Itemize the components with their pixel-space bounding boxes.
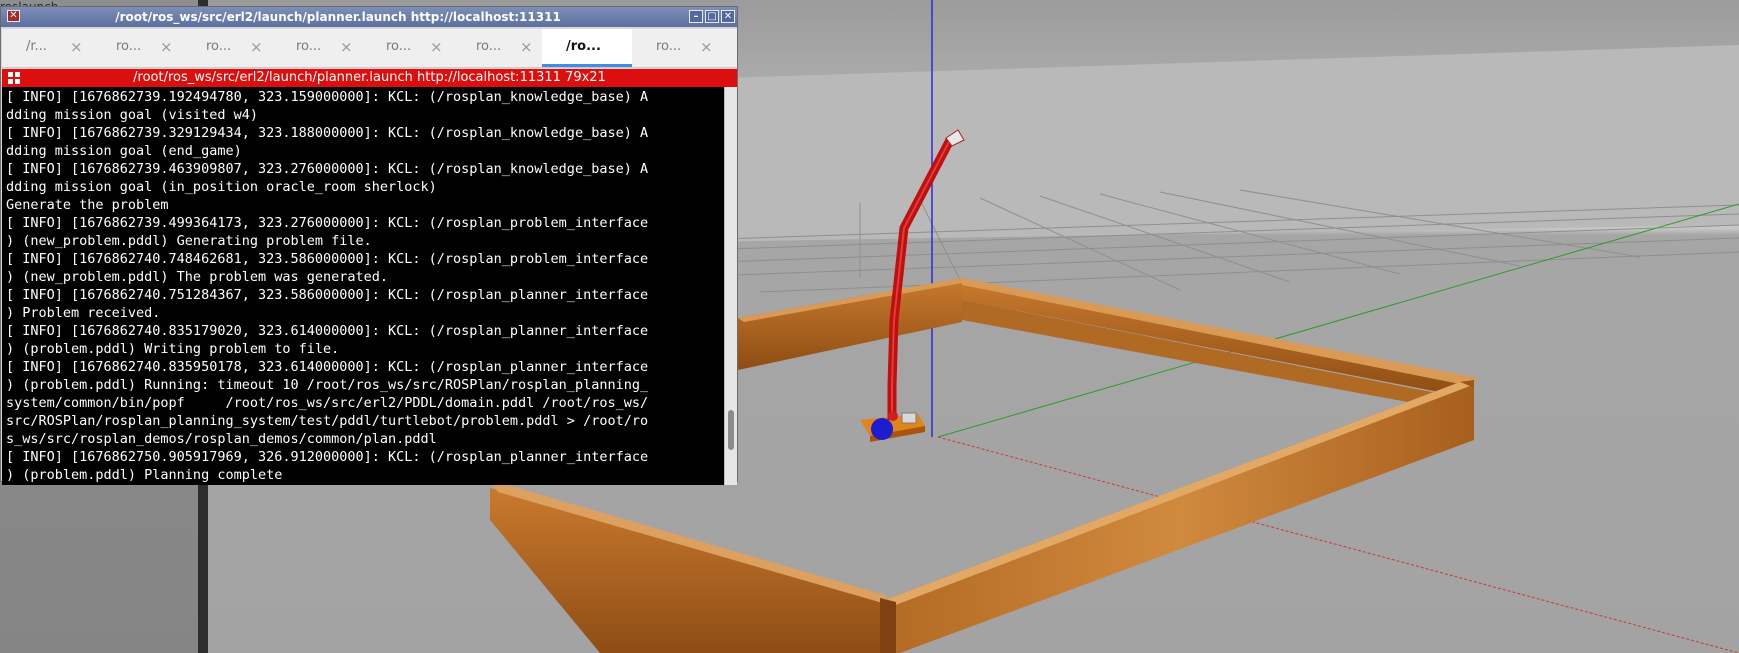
tab-8[interactable]: ro... ×: [632, 29, 722, 67]
tab-label: ro...: [206, 39, 232, 54]
terminal-window[interactable]: ✕ /root/ros_ws/src/erl2/launch/planner.l…: [0, 6, 738, 485]
tab-label: ro...: [656, 39, 682, 54]
terminal-line: [ INFO] [1676862750.905917969, 326.91200…: [6, 449, 649, 465]
terminal-line: [ INFO] [1676862740.835950178, 323.61400…: [6, 359, 649, 375]
terminal-line: s_ws/src/rosplan_demos/rosplan_demos/com…: [6, 431, 437, 447]
terminal-line: ) (new_problem.pddl) The problem was gen…: [6, 269, 389, 285]
scrollbar-thumb[interactable]: [728, 410, 734, 450]
tab-label: /r...: [26, 39, 47, 54]
terminal-output[interactable]: [ INFO] [1676862739.192494780, 323.15900…: [2, 87, 724, 485]
tab-2[interactable]: ro... ×: [92, 29, 182, 67]
terminal-line: dding mission goal (end_game): [6, 143, 242, 159]
terminal-line: Generate the problem: [6, 197, 169, 213]
tab-5[interactable]: ro... ×: [362, 29, 452, 67]
tab-close-icon[interactable]: ×: [160, 38, 173, 56]
terminal-line: [ INFO] [1676862740.751284367, 323.58600…: [6, 287, 649, 303]
terminal-header-text: /root/ros_ws/src/erl2/launch/planner.lau…: [133, 70, 606, 85]
close-icon[interactable]: ✕: [721, 10, 735, 23]
window-title: /root/ros_ws/src/erl2/launch/planner.lau…: [115, 10, 561, 24]
tab-label: ro...: [116, 39, 142, 54]
tab-close-icon[interactable]: ×: [250, 38, 263, 56]
tab-6[interactable]: ro... ×: [452, 29, 542, 67]
terminal-line: dding mission goal (visited w4): [6, 107, 258, 123]
terminal-line: dding mission goal (in_position oracle_r…: [6, 179, 437, 195]
terminal-line: [ INFO] [1676862740.748462681, 323.58600…: [6, 251, 649, 267]
terminal-line: ) Problem received.: [6, 305, 161, 321]
terminal-scrollbar[interactable]: [724, 87, 737, 485]
tab-close-icon[interactable]: ×: [430, 38, 443, 56]
window-title-bar[interactable]: ✕ /root/ros_ws/src/erl2/launch/planner.l…: [1, 7, 737, 27]
tab-label: ro...: [476, 39, 502, 54]
tab-close-icon[interactable]: ×: [340, 38, 353, 56]
terminal-line: ) (problem.pddl) Writing problem to file…: [6, 341, 340, 357]
maximize-icon[interactable]: □: [705, 10, 719, 23]
terminal-lines: [ INFO] [1676862739.192494780, 323.15900…: [6, 88, 648, 484]
minimize-icon[interactable]: –: [689, 10, 703, 23]
tab-7-active[interactable]: /ro...: [542, 29, 632, 67]
terminal-header: /root/ros_ws/src/erl2/launch/planner.lau…: [2, 69, 737, 87]
tab-close-icon[interactable]: ×: [700, 38, 713, 56]
terminal-line: system/common/bin/popf /root/ros_ws/src/…: [6, 395, 649, 411]
close-icon[interactable]: ✕: [7, 10, 20, 22]
terminal-line: [ INFO] [1676862739.329129434, 323.18800…: [6, 125, 649, 141]
terminal-line: [ INFO] [1676862739.499364173, 323.27600…: [6, 215, 649, 231]
tab-4[interactable]: ro... ×: [272, 29, 362, 67]
terminal-line: ) (problem.pddl) Running: timeout 10 /ro…: [6, 377, 649, 393]
terminal-line: ) (new_problem.pddl) Generating problem …: [6, 233, 372, 249]
terminal-tab-bar: /r... × ro... × ro... × ro... × ro... × …: [2, 29, 737, 68]
tab-label: ro...: [386, 39, 412, 54]
terminal-line: [ INFO] [1676862740.835179020, 323.61400…: [6, 323, 649, 339]
terminal-line: ) (problem.pddl) Planning complete: [6, 467, 283, 483]
terminal-line: src/ROSPlan/rosplan_planning_system/test…: [6, 413, 649, 429]
tab-label: ro...: [296, 39, 322, 54]
terminal-line: [ INFO] [1676862739.463909807, 323.27600…: [6, 161, 649, 177]
tab-1[interactable]: /r... ×: [2, 29, 92, 67]
tab-close-icon[interactable]: ×: [520, 38, 533, 56]
tab-close-icon[interactable]: ×: [70, 38, 83, 56]
tab-label: /ro...: [566, 39, 601, 54]
terminal-line: [ INFO] [1676862739.192494780, 323.15900…: [6, 89, 649, 105]
tab-3[interactable]: ro... ×: [182, 29, 272, 67]
